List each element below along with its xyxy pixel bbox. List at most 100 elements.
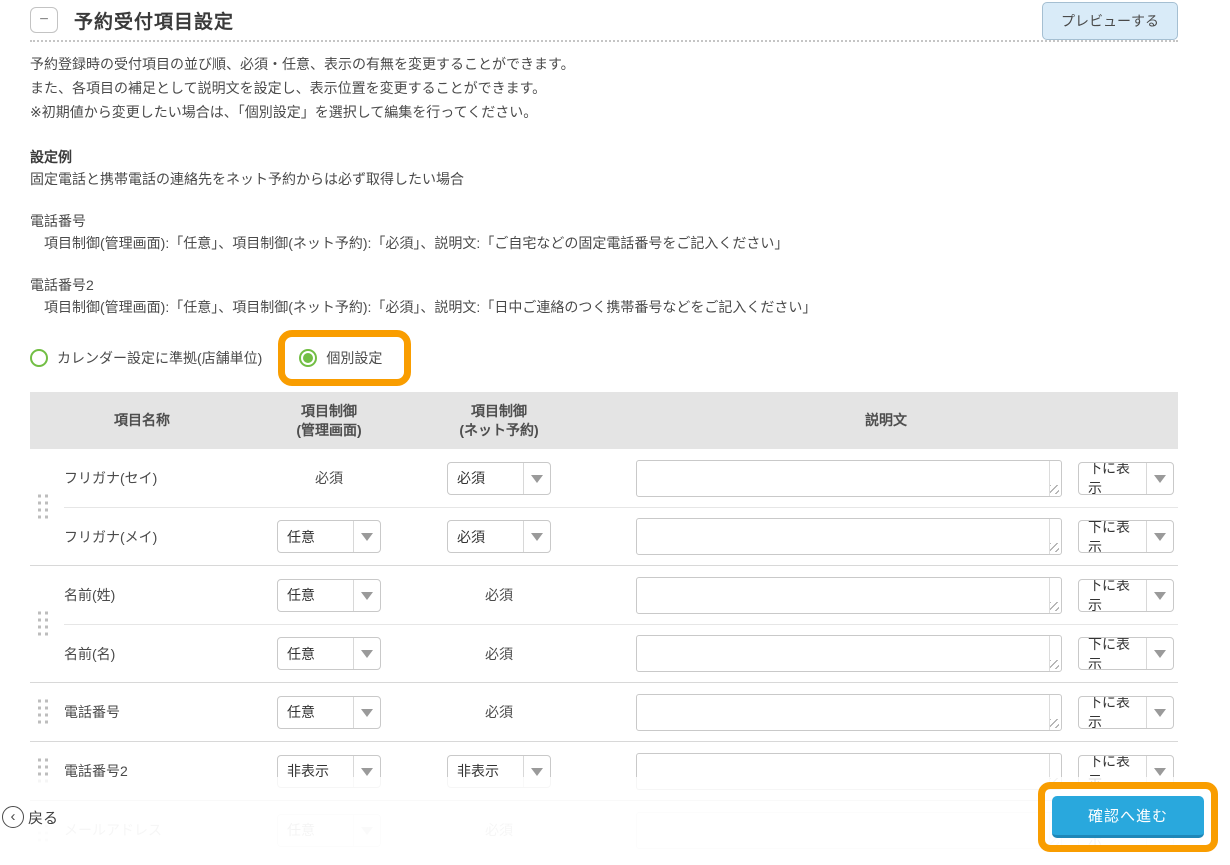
- admin-control-select[interactable]: 任意: [277, 579, 381, 612]
- chevron-down-icon: [353, 521, 380, 552]
- column-header-item-name: 項目名称: [30, 411, 254, 430]
- radio-unchecked-icon: [30, 349, 48, 367]
- description-line: 予約登録時の受付項目の並び順、必須・任意、表示の有無を変更することができます。: [30, 52, 1178, 76]
- chevron-down-icon: [523, 463, 550, 494]
- item-name-label: 名前(名): [64, 644, 254, 664]
- select-value: 下に表示: [1079, 697, 1146, 728]
- page-title: 予約受付項目設定: [74, 7, 234, 34]
- description-cell: [594, 635, 1072, 672]
- admin-control-select[interactable]: 任意: [277, 696, 381, 729]
- radio-checked-icon: [299, 349, 317, 367]
- select-value: 必須: [448, 463, 523, 494]
- admin-control-select[interactable]: 任意: [277, 637, 381, 670]
- net-control-static: 必須: [485, 644, 513, 664]
- chevron-down-icon: [1146, 697, 1173, 728]
- highlight-annotation-proceed: 確認へ進む: [1038, 782, 1218, 852]
- back-button[interactable]: ‹ 戻る: [2, 806, 58, 828]
- example-item-name: 電話番号: [30, 210, 1178, 232]
- drag-handle-icon[interactable]: [36, 610, 51, 639]
- column-header-net-control: 項目制御 (ネット予約): [404, 402, 594, 440]
- chevron-down-icon: [1146, 521, 1173, 552]
- select-value: 必須: [448, 521, 523, 552]
- item-name-label: フリガナ(セイ): [64, 468, 254, 488]
- net-control-cell: 必須: [404, 702, 594, 722]
- display-position-select[interactable]: 下に表示: [1078, 462, 1174, 495]
- select-value: 下に表示: [1079, 521, 1146, 552]
- table-row-group: 名前(姓) 任意 必須 下に表示 名前(名) 任意 必須: [30, 566, 1178, 683]
- description-line: また、各項目の補足として説明文を設定し、表示位置を変更することができます。: [30, 76, 1178, 100]
- item-name-label: フリガナ(メイ): [64, 527, 254, 547]
- example-item-name: 電話番号2: [30, 274, 1178, 296]
- position-cell: 下に表示: [1072, 462, 1178, 495]
- description-textarea-wrap: [636, 577, 1062, 614]
- table-header: 項目名称 項目制御 (管理画面) 項目制御 (ネット予約) 説明文: [30, 392, 1178, 449]
- admin-control-select[interactable]: 任意: [277, 520, 381, 553]
- admin-control-cell: 必須: [254, 468, 404, 488]
- select-value: 任意: [278, 521, 353, 552]
- net-control-select[interactable]: 必須: [447, 520, 551, 553]
- back-label: 戻る: [28, 807, 58, 828]
- description-input[interactable]: [636, 460, 1062, 497]
- table-row: 名前(名) 任意 必須 下に表示: [64, 624, 1178, 682]
- description-line: ※初期値から変更したい場合は、「個別設定」を選択して編集を行ってください。: [30, 100, 1178, 124]
- drag-handle-icon[interactable]: [36, 493, 51, 522]
- table-row: 名前(姓) 任意 必須 下に表示: [64, 566, 1178, 624]
- net-control-static: 必須: [485, 585, 513, 605]
- description-cell: [594, 577, 1072, 614]
- item-name-label: 電話番号: [64, 702, 254, 722]
- description-textarea-wrap: [636, 635, 1062, 672]
- net-control-cell: 必須: [404, 644, 594, 664]
- drag-handle-icon[interactable]: [36, 698, 51, 727]
- position-cell: 下に表示: [1072, 520, 1178, 553]
- display-position-select[interactable]: 下に表示: [1078, 520, 1174, 553]
- display-position-select[interactable]: 下に表示: [1078, 579, 1174, 612]
- description-input[interactable]: [636, 635, 1062, 672]
- chevron-down-icon: [353, 697, 380, 728]
- panel-description: 予約登録時の受付項目の並び順、必須・任意、表示の有無を変更することができます。 …: [30, 52, 1178, 124]
- net-control-cell: 必須: [404, 520, 594, 553]
- panel-header: − 予約受付項目設定 プレビューする: [30, 0, 1178, 40]
- footer-bar: ‹ 戻る 確認へ進む: [0, 777, 1230, 865]
- column-header-description: 説明文: [594, 411, 1178, 430]
- display-position-select[interactable]: 下に表示: [1078, 637, 1174, 670]
- example-case: 固定電話と携帯電話の連絡先をネット予約からは必ず取得したい場合: [30, 168, 1178, 190]
- radio-label: カレンダー設定に準拠(店舗単位): [57, 348, 262, 368]
- chevron-down-icon: [353, 638, 380, 669]
- position-cell: 下に表示: [1072, 696, 1178, 729]
- example-item-phone2: 電話番号2 項目制御(管理画面):「任意」、項目制御(ネット予約):「必須」、説…: [30, 274, 1178, 318]
- description-input[interactable]: [636, 518, 1062, 555]
- description-textarea-wrap: [636, 518, 1062, 555]
- description-cell: [594, 518, 1072, 555]
- description-input[interactable]: [636, 577, 1062, 614]
- mode-radio-group: カレンダー設定に準拠(店舗単位) 個別設定: [30, 330, 1178, 386]
- collapse-panel-button[interactable]: −: [30, 7, 58, 33]
- position-cell: 下に表示: [1072, 579, 1178, 612]
- radio-individual-setting[interactable]: 個別設定: [299, 348, 382, 368]
- description-textarea-wrap: [636, 694, 1062, 731]
- example-item-detail: 項目制御(管理画面):「任意」、項目制御(ネット予約):「必須」、説明文:「日中…: [30, 296, 1178, 318]
- preview-button[interactable]: プレビューする: [1042, 2, 1178, 40]
- dotted-separator: [30, 40, 1178, 42]
- example-heading: 設定例: [30, 146, 1178, 168]
- highlight-annotation-individual: 個別設定: [278, 330, 411, 386]
- column-header-admin-control: 項目制御 (管理画面): [254, 402, 404, 440]
- select-value: 下に表示: [1079, 580, 1146, 611]
- proceed-to-confirm-button[interactable]: 確認へ進む: [1052, 796, 1204, 838]
- example-item-phone: 電話番号 項目制御(管理画面):「任意」、項目制御(ネット予約):「必須」、説明…: [30, 210, 1178, 254]
- net-control-cell: 必須: [404, 462, 594, 495]
- description-cell: [594, 694, 1072, 731]
- display-position-select[interactable]: 下に表示: [1078, 696, 1174, 729]
- admin-control-cell: 任意: [254, 637, 404, 670]
- net-control-select[interactable]: 必須: [447, 462, 551, 495]
- admin-control-cell: 任意: [254, 696, 404, 729]
- radio-label: 個別設定: [326, 348, 382, 368]
- table-row: フリガナ(セイ) 必須 必須 下に表示: [64, 449, 1178, 507]
- admin-control-cell: 任意: [254, 579, 404, 612]
- description-input[interactable]: [636, 694, 1062, 731]
- radio-calendar-default[interactable]: カレンダー設定に準拠(店舗単位): [30, 348, 262, 368]
- item-name-label: 名前(姓): [64, 585, 254, 605]
- chevron-down-icon: [1146, 463, 1173, 494]
- select-value: 下に表示: [1079, 638, 1146, 669]
- select-value: 任意: [278, 580, 353, 611]
- chevron-down-icon: [1146, 638, 1173, 669]
